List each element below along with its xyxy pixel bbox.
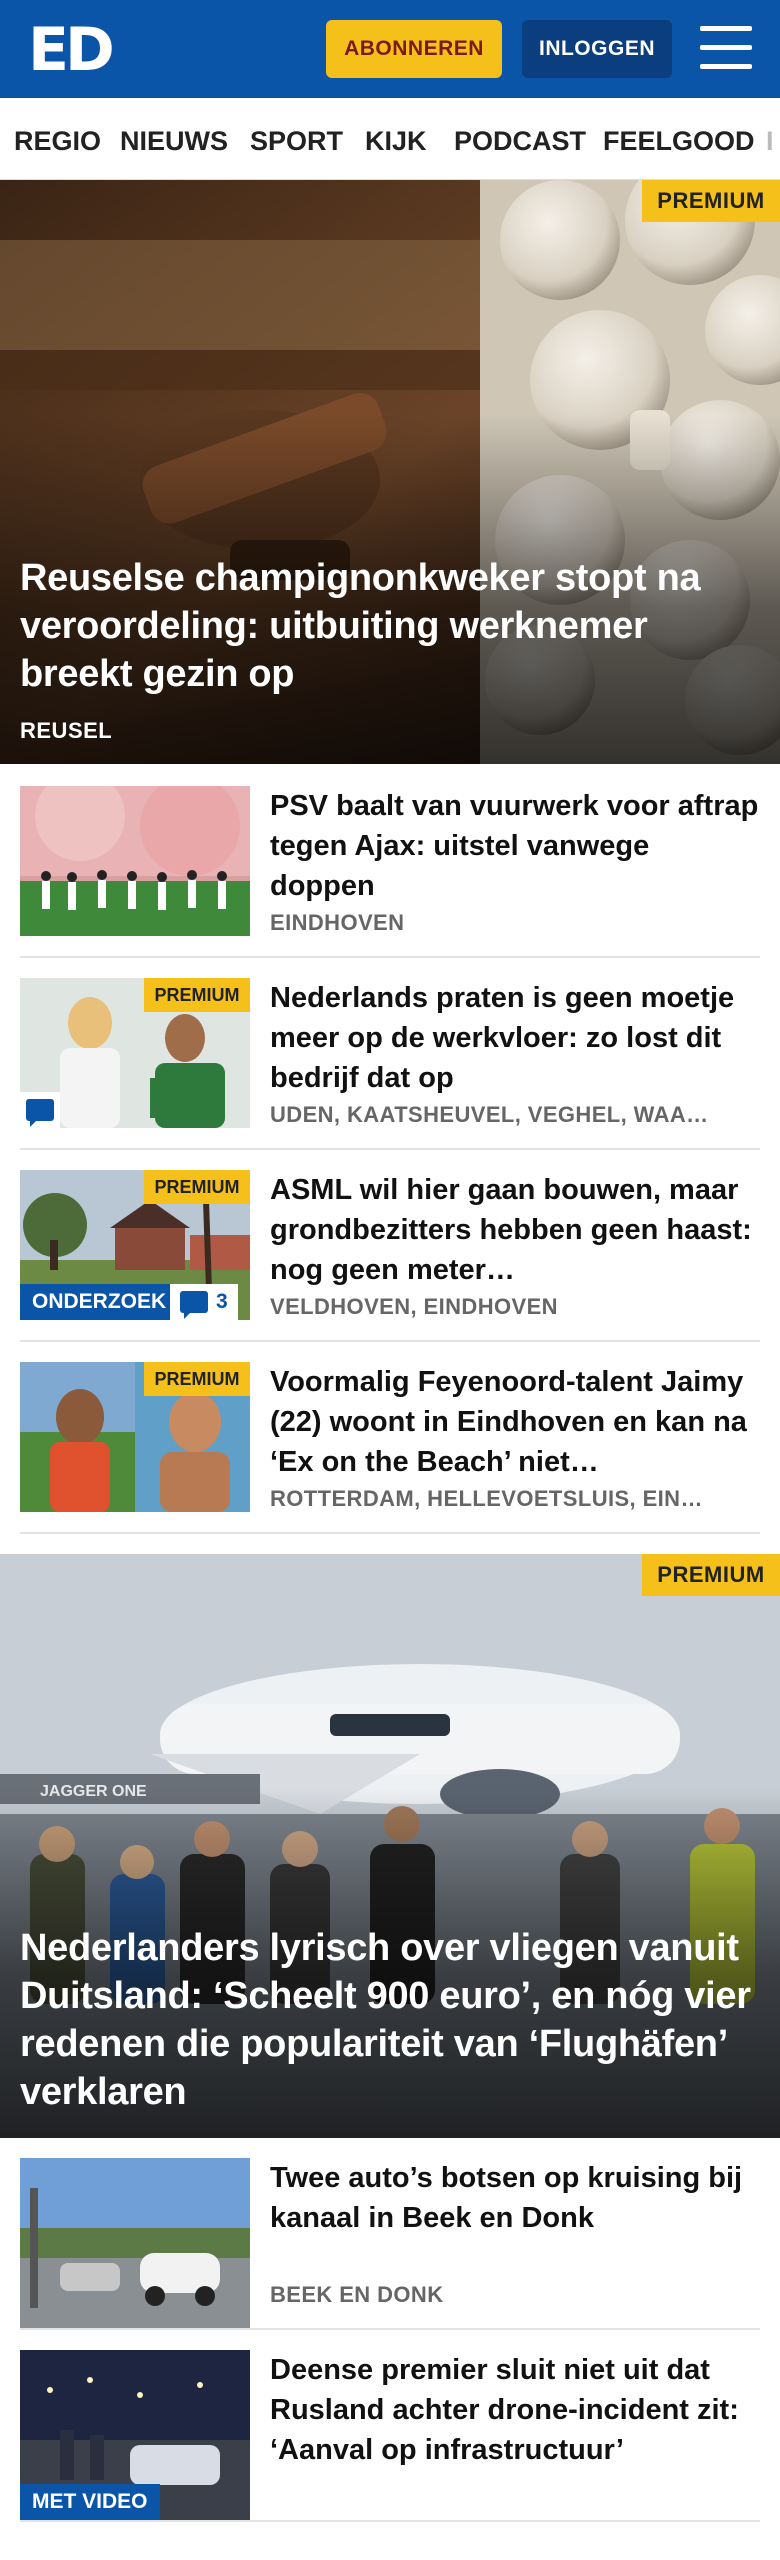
comment-count-value: 3 <box>216 1290 228 1313</box>
article-item[interactable]: PREMIUM Nederlands praten is geen moetje… <box>20 978 760 1150</box>
article-item[interactable]: PREMIUM ONDERZOEK 3 ASML wil hier gaan b… <box>20 1170 760 1342</box>
section-nav: REGIO NIEUWS SPORT KIJK PODCAST FEELGOOD… <box>0 98 780 180</box>
site-logo[interactable]: ED <box>28 20 118 80</box>
hero-title[interactable]: Reuselse champignonkweker stopt na veroo… <box>20 554 760 698</box>
logo-text: ED <box>28 15 115 85</box>
article-item[interactable]: MET VIDEO Deense premier sluit niet uit … <box>20 2350 760 2522</box>
article-item[interactable]: Twee auto’s botsen op kruising bij kanaa… <box>20 2158 760 2330</box>
nav-item-nieuws[interactable]: NIEUWS <box>120 126 228 157</box>
article-thumbnail: PREMIUM <box>20 1362 250 1512</box>
article-location: VELDHOVEN, EINDHOVEN <box>270 1294 558 1319</box>
premium-badge: PREMIUM <box>642 1554 780 1596</box>
hero-article-1[interactable]: PREMIUM Reuselse champignonkweker stopt … <box>0 180 780 764</box>
article-item[interactable]: PREMIUM Voormalig Feyenoord-talent Jaimy… <box>20 1362 760 1534</box>
article-title[interactable]: ASML wil hier gaan bouwen, maar grondbez… <box>270 1170 760 1290</box>
onderzoek-tag: ONDERZOEK <box>20 1284 179 1320</box>
premium-badge: PREMIUM <box>144 1170 250 1204</box>
article-thumbnail: PREMIUM <box>20 978 250 1128</box>
comment-icon <box>180 1291 208 1319</box>
nav-item-feelgood[interactable]: FEELGOOD <box>603 126 755 157</box>
article-thumbnail: MET VIDEO <box>20 2350 250 2520</box>
nav-item-kijk[interactable]: KIJK <box>365 126 427 157</box>
comment-icon[interactable] <box>20 1092 60 1128</box>
site-header: ED ABONNEREN INLOGGEN <box>0 0 780 98</box>
article-title[interactable]: Deense premier sluit niet uit dat Ruslan… <box>270 2350 760 2470</box>
hero-title[interactable]: Nederlanders lyrisch over vliegen vanuit… <box>20 1924 760 2116</box>
subscribe-button[interactable]: ABONNEREN <box>326 20 502 78</box>
article-title[interactable]: Twee auto’s botsen op kruising bij kanaa… <box>270 2158 760 2238</box>
article-location: EINDHOVEN <box>270 910 405 935</box>
nav-item-podcast[interactable]: PODCAST <box>454 126 586 157</box>
article-title[interactable]: PSV baalt van vuurwerk voor aftrap tegen… <box>270 786 760 906</box>
hero-location: REUSEL <box>20 718 113 743</box>
article-location: BEEK EN DONK <box>270 2282 444 2307</box>
article-thumbnail <box>20 2158 250 2328</box>
nav-item-regio[interactable]: REGIO <box>14 126 101 157</box>
article-location: ROTTERDAM, HELLEVOETSLUIS, EIN… <box>270 1486 703 1511</box>
thumb-image-stadium-smoke <box>20 786 250 936</box>
thumb-image-crash-site <box>20 2158 250 2328</box>
nav-item-more[interactable]: I <box>766 126 774 157</box>
login-button[interactable]: INLOGGEN <box>522 20 672 78</box>
article-thumbnail <box>20 786 250 936</box>
article-title[interactable]: Nederlands praten is geen moetje meer op… <box>270 978 760 1098</box>
video-tag: MET VIDEO <box>20 2484 160 2520</box>
hamburger-menu-icon[interactable] <box>700 26 752 70</box>
nav-item-sport[interactable]: SPORT <box>250 126 343 157</box>
premium-badge: PREMIUM <box>642 180 780 222</box>
premium-badge: PREMIUM <box>144 1362 250 1396</box>
article-thumbnail: PREMIUM ONDERZOEK 3 <box>20 1170 250 1320</box>
article-title[interactable]: Voormalig Feyenoord-talent Jaimy (22) wo… <box>270 1362 760 1482</box>
comment-count[interactable]: 3 <box>170 1284 238 1320</box>
article-item[interactable]: PSV baalt van vuurwerk voor aftrap tegen… <box>20 786 760 958</box>
article-location: UDEN, KAATSHEUVEL, VEGHEL, WAA… <box>270 1102 709 1127</box>
hero-article-2[interactable]: JAGGER ONE PREMIUM Nederlanders lyrisch … <box>0 1554 780 2138</box>
premium-badge: PREMIUM <box>144 978 250 1012</box>
